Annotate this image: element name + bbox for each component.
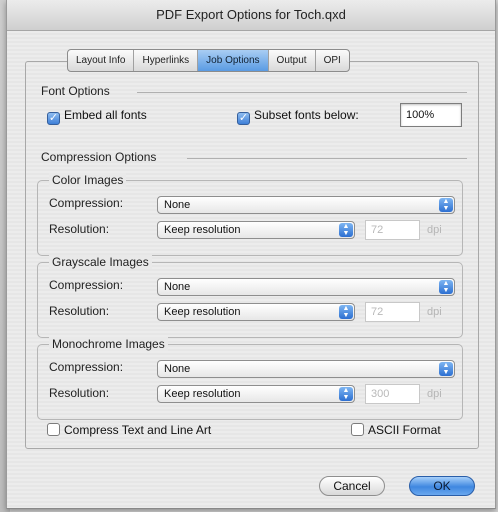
grayscale-images-title: Grayscale Images [49,255,152,269]
monochrome-dpi-unit: dpi [427,388,442,400]
monochrome-compression-label: Compression: [49,360,124,374]
window-title: PDF Export Options for Toch.qxd [7,0,495,31]
grayscale-resolution-label: Resolution: [49,304,110,318]
ok-button[interactable]: OK [409,476,475,496]
grayscale-resolution-value: Keep resolution [164,306,241,318]
ascii-format-label: ASCII Format [368,423,441,437]
color-resolution-label: Resolution: [49,222,110,236]
monochrome-resolution-popup[interactable]: Keep resolution ▲ ▼ [157,385,355,403]
dialog-content: Layout Info Hyperlinks Job Options Outpu… [7,31,495,508]
popup-arrows-icon: ▲ ▼ [339,223,353,237]
monochrome-resolution-value: Keep resolution [164,388,241,400]
color-dpi-unit: dpi [427,224,442,236]
color-compression-label: Compression: [49,196,124,210]
color-resolution-value: Keep resolution [164,224,241,236]
popup-arrows-icon: ▲ ▼ [439,198,453,212]
monochrome-dpi-field[interactable]: 300 [365,384,420,404]
monochrome-compression-value: None [164,363,191,375]
grayscale-images-box [37,262,463,338]
monochrome-resolution-label: Resolution: [49,386,110,400]
tab-output[interactable]: Output [269,50,316,71]
popup-arrows-icon: ▲ ▼ [439,280,453,294]
grayscale-compression-label: Compression: [49,278,124,292]
subset-fonts-row[interactable]: ✓ Subset fonts below: [237,108,359,125]
grayscale-compression-popup[interactable]: None ▲ ▼ [157,278,455,296]
color-images-title: Color Images [49,173,127,187]
color-compression-popup[interactable]: None ▲ ▼ [157,196,455,214]
monochrome-images-title: Monochrome Images [49,337,168,351]
grayscale-resolution-popup[interactable]: Keep resolution ▲ ▼ [157,303,355,321]
font-options-divider [137,92,467,93]
cancel-button[interactable]: Cancel [319,476,385,496]
grayscale-dpi-field[interactable]: 72 [365,302,420,322]
embed-all-fonts-row[interactable]: ✓ Embed all fonts [47,108,147,125]
ascii-format-row[interactable]: ASCII Format [351,423,441,437]
color-resolution-popup[interactable]: Keep resolution ▲ ▼ [157,221,355,239]
tab-layout-info[interactable]: Layout Info [68,50,135,71]
subset-percent-field[interactable]: 100% [400,103,462,127]
tab-hyperlinks[interactable]: Hyperlinks [134,50,199,71]
ascii-format-checkbox[interactable] [351,423,364,436]
color-dpi-field[interactable]: 72 [365,220,420,240]
compression-options-title: Compression Options [41,150,157,164]
pdf-export-options-dialog: PDF Export Options for Toch.qxd Layout I… [6,0,496,509]
tab-opi[interactable]: OPI [316,50,349,71]
compress-text-row[interactable]: Compress Text and Line Art [47,423,211,437]
embed-all-fonts-checkbox[interactable]: ✓ [47,112,60,125]
grayscale-dpi-unit: dpi [427,306,442,318]
monochrome-images-box [37,344,463,420]
compress-text-checkbox[interactable] [47,423,60,436]
popup-arrows-icon: ▲ ▼ [339,305,353,319]
popup-arrows-icon: ▲ ▼ [439,362,453,376]
grayscale-compression-value: None [164,281,191,293]
color-compression-value: None [164,199,191,211]
font-options-title: Font Options [41,84,110,98]
monochrome-compression-popup[interactable]: None ▲ ▼ [157,360,455,378]
subset-fonts-checkbox[interactable]: ✓ [237,112,250,125]
compress-text-label: Compress Text and Line Art [64,423,212,437]
popup-arrows-icon: ▲ ▼ [339,387,353,401]
embed-all-fonts-label: Embed all fonts [64,108,147,122]
color-images-box [37,180,463,256]
tab-bar: Layout Info Hyperlinks Job Options Outpu… [67,49,350,72]
subset-fonts-label: Subset fonts below: [254,108,359,122]
tab-job-options[interactable]: Job Options [198,50,269,71]
compression-options-divider [187,158,467,159]
